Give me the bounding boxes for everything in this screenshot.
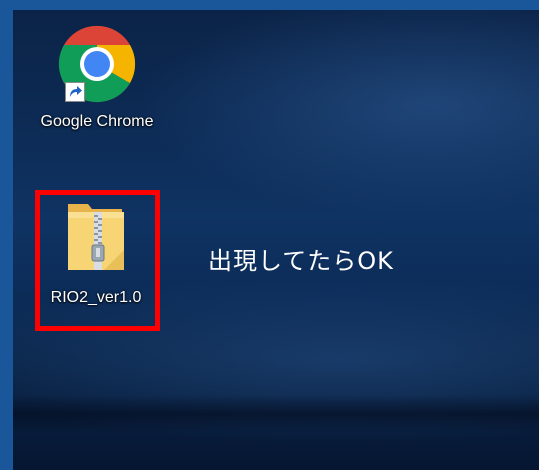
wallpaper-light-beam (13, 395, 539, 433)
chrome-icon (56, 23, 138, 105)
shortcut-arrow-icon (65, 82, 85, 106)
desktop-icon-google-chrome[interactable]: Google Chrome (32, 23, 162, 132)
desktop[interactable]: Google Chrome RIO2_ver1.0 出現してたらOK (13, 10, 539, 470)
desktop-icon-label: Google Chrome (40, 113, 154, 130)
annotation-text: 出現してたらOK (208, 247, 394, 275)
red-highlight-box (35, 190, 160, 331)
